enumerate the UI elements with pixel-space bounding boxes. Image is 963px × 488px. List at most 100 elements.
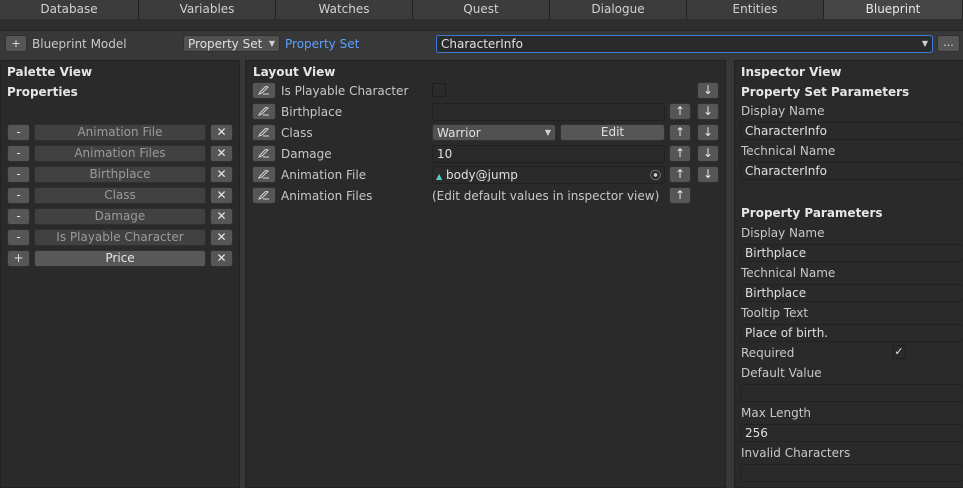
move-up-button[interactable]: ↑ xyxy=(669,187,691,204)
layout-label-damage: Damage xyxy=(281,147,332,161)
default-value-label: Default Value xyxy=(741,366,822,380)
delete-property-button[interactable]: ✕ xyxy=(210,145,233,162)
move-down-button[interactable]: ↓ xyxy=(697,103,719,120)
layout-label-birthplace: Birthplace xyxy=(281,105,343,119)
tab-watches[interactable]: Watches xyxy=(276,0,413,19)
drag-handle[interactable] xyxy=(252,145,276,162)
invalid-characters-input[interactable] xyxy=(740,464,963,482)
move-up-button[interactable]: ↑ xyxy=(669,103,691,120)
main-tab-bar: Database Variables Watches Quest Dialogu… xyxy=(0,0,963,19)
tab-database[interactable]: Database xyxy=(0,0,139,19)
object-picker-icon[interactable]: ⦿ xyxy=(650,167,661,184)
drag-handle[interactable] xyxy=(252,124,276,141)
required-label: Required xyxy=(741,346,795,360)
tab-blueprint[interactable]: Blueprint xyxy=(824,0,963,19)
tooltip-text-label: Tooltip Text xyxy=(741,306,809,320)
class-select[interactable]: Warrior ▼ xyxy=(432,124,556,141)
move-down-button[interactable]: ↓ xyxy=(697,166,719,183)
palette-add-to-layout-button[interactable]: + xyxy=(7,250,30,267)
tooltip-text-input[interactable]: Place of birth. xyxy=(740,324,963,342)
move-down-button[interactable]: ↓ xyxy=(697,82,719,99)
palette-item-animation-files[interactable]: Animation Files xyxy=(34,145,206,162)
move-up-button[interactable]: ↑ xyxy=(669,124,691,141)
move-up-button[interactable]: ↑ xyxy=(669,145,691,162)
tab-entities[interactable]: Entities xyxy=(687,0,824,19)
palette-remove-from-layout-button[interactable]: - xyxy=(7,166,30,183)
palette-item-price[interactable]: Price xyxy=(34,250,206,267)
tab-quest[interactable]: Quest xyxy=(413,0,550,19)
pen-icon xyxy=(258,107,269,116)
inspector-title: Inspector View xyxy=(741,65,842,79)
palette-item-damage[interactable]: Damage xyxy=(34,208,206,225)
layout-label-animation-files: Animation Files xyxy=(281,189,373,203)
drag-handle[interactable] xyxy=(252,82,276,99)
type-select-value: Property Set xyxy=(188,37,263,51)
default-value-input[interactable] xyxy=(740,384,963,402)
properties-subtitle: Properties xyxy=(7,85,78,99)
invalid-characters-label: Invalid Characters xyxy=(741,446,851,460)
pen-icon xyxy=(258,170,269,179)
property-parameters-heading: Property Parameters xyxy=(741,206,883,220)
is-playable-checkbox[interactable] xyxy=(432,83,446,97)
pen-icon xyxy=(258,191,269,200)
layout-label-animation-file: Animation File xyxy=(281,168,367,182)
move-down-button[interactable]: ↓ xyxy=(697,124,719,141)
palette-item-class[interactable]: Class xyxy=(34,187,206,204)
drag-handle[interactable] xyxy=(252,187,276,204)
palette-item-is-playable-character[interactable]: Is Playable Character xyxy=(34,229,206,246)
property-set-select-value: CharacterInfo xyxy=(441,37,523,51)
layout-title: Layout View xyxy=(253,65,336,79)
edit-class-button[interactable]: Edit xyxy=(560,124,665,141)
delete-property-button[interactable]: ✕ xyxy=(210,124,233,141)
palette-remove-from-layout-button[interactable]: - xyxy=(7,145,30,162)
delete-property-button[interactable]: ✕ xyxy=(210,208,233,225)
pen-icon xyxy=(258,149,269,158)
chevron-down-icon: ▼ xyxy=(921,39,928,48)
pen-icon xyxy=(258,86,269,95)
tab-sub-strip xyxy=(0,19,963,31)
drag-handle[interactable] xyxy=(252,166,276,183)
palette-remove-from-layout-button[interactable]: - xyxy=(7,124,30,141)
property-set-link[interactable]: Property Set xyxy=(285,37,359,51)
delete-property-button[interactable]: ✕ xyxy=(210,166,233,183)
tab-dialogue[interactable]: Dialogue xyxy=(550,0,687,19)
animation-file-field[interactable]: ▲ body@jump ⦿ xyxy=(432,166,665,184)
animation-file-value: body@jump xyxy=(445,168,518,182)
animation-files-note: (Edit default values in inspector view) xyxy=(432,189,660,203)
type-select[interactable]: Property Set ▼ xyxy=(183,35,280,52)
max-length-input[interactable]: 256 xyxy=(740,424,963,442)
move-down-button[interactable]: ↓ xyxy=(697,145,719,162)
add-blueprint-button[interactable]: + xyxy=(5,35,27,52)
layout-label-class: Class xyxy=(281,126,313,140)
prop-technical-name-label: Technical Name xyxy=(741,266,836,280)
property-set-select[interactable]: CharacterInfo ▼ xyxy=(436,35,933,53)
property-set-parameters-heading: Property Set Parameters xyxy=(741,85,910,99)
required-checkbox[interactable]: ✓ xyxy=(892,345,906,359)
blueprint-toolbar: + Blueprint Model Property Set ▼ Propert… xyxy=(0,32,963,56)
palette-remove-from-layout-button[interactable]: - xyxy=(7,187,30,204)
palette-title: Palette View xyxy=(7,65,93,79)
prop-technical-name-input[interactable]: Birthplace xyxy=(740,284,963,302)
pen-icon xyxy=(258,128,269,137)
birthplace-input[interactable] xyxy=(432,103,665,121)
delete-property-button[interactable]: ✕ xyxy=(210,229,233,246)
set-display-name-input[interactable]: CharacterInfo xyxy=(740,122,963,140)
set-technical-name-input[interactable]: CharacterInfo xyxy=(740,162,963,180)
palette-item-birthplace[interactable]: Birthplace xyxy=(34,166,206,183)
delete-property-button[interactable]: ✕ xyxy=(210,250,233,267)
max-length-label: Max Length xyxy=(741,406,812,420)
palette-remove-from-layout-button[interactable]: - xyxy=(7,208,30,225)
drag-handle[interactable] xyxy=(252,103,276,120)
palette-item-animation-file[interactable]: Animation File xyxy=(34,124,206,141)
damage-input[interactable]: 10 xyxy=(432,145,665,163)
move-up-button[interactable]: ↑ xyxy=(669,166,691,183)
animation-clip-icon: ▲ xyxy=(436,172,443,181)
prop-display-name-label: Display Name xyxy=(741,226,825,240)
set-technical-name-label: Technical Name xyxy=(741,144,836,158)
tab-variables[interactable]: Variables xyxy=(139,0,276,19)
prop-display-name-input[interactable]: Birthplace xyxy=(740,244,963,262)
palette-remove-from-layout-button[interactable]: - xyxy=(7,229,30,246)
delete-property-button[interactable]: ✕ xyxy=(210,187,233,204)
chevron-down-icon: ▼ xyxy=(544,128,551,137)
more-options-button[interactable]: ... xyxy=(937,35,960,52)
